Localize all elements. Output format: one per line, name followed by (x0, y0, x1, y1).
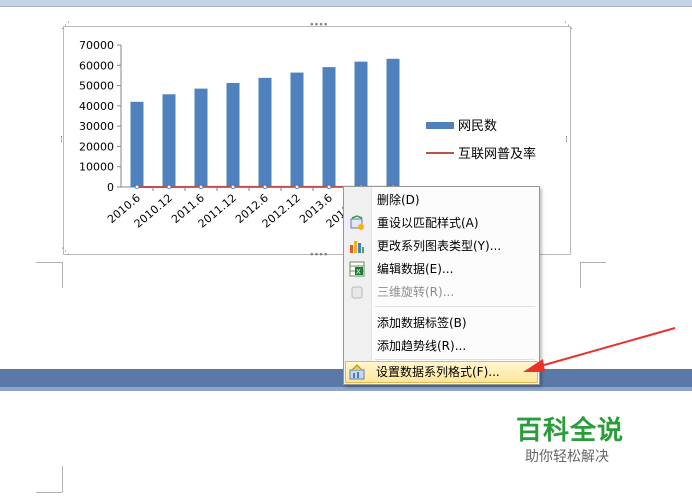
line-point (262, 184, 268, 190)
window-top-border (0, 6, 692, 7)
annotation-arrow (523, 327, 676, 372)
bar (226, 82, 240, 187)
page-margin-mark (36, 492, 62, 494)
context-menu: 删除(D) 重设以匹配样式(A) 更改系列图表类型(Y)... X 编辑数据(E… (343, 186, 540, 385)
resize-handle-right[interactable]: ⁞ (565, 136, 568, 145)
resize-handle-top-left[interactable]: ⋰ (61, 22, 70, 31)
menu-item-add-data-labels[interactable]: 添加数据标签(B) (346, 312, 536, 334)
bar (162, 94, 176, 187)
line-point (230, 184, 236, 190)
resize-handle-bottom[interactable]: ∙∙∙∙ (309, 251, 329, 260)
menu-item-label: 删除(D) (377, 193, 420, 207)
y-tick-label: 40000 (79, 100, 114, 113)
menu-item-label: 更改系列图表类型(Y)... (377, 239, 502, 253)
resize-handle-top[interactable]: ∙∙∙∙ (309, 21, 329, 30)
bar (130, 101, 144, 187)
menu-item-delete[interactable]: 删除(D) (346, 189, 536, 211)
resize-handle-top-right[interactable]: ⋱ (564, 22, 573, 31)
page-margin-mark (36, 262, 63, 288)
y-tick-label: 50000 (79, 80, 114, 93)
edit-data-icon: X (349, 261, 365, 277)
bar (322, 67, 336, 187)
y-tick-label: 0 (107, 181, 114, 194)
menu-separator (375, 306, 535, 307)
resize-handle-bottom-left[interactable]: ⋱ (61, 248, 70, 257)
page-margin-mark (580, 262, 606, 264)
menu-item-reset-style[interactable]: 重设以匹配样式(A) (346, 212, 536, 234)
bar (354, 61, 368, 187)
page-margin-mark (36, 466, 63, 492)
chart-type-icon (349, 238, 365, 254)
menu-item-edit-data[interactable]: X 编辑数据(E)... (346, 258, 536, 280)
y-tick-label: 70000 (79, 39, 114, 52)
y-tick-label: 20000 (79, 140, 114, 153)
bar (290, 72, 304, 187)
line-point (198, 184, 204, 190)
page-separator-band-light (0, 387, 692, 391)
menu-item-label: 添加数据标签(B) (377, 316, 467, 330)
menu-separator (375, 359, 535, 360)
y-tick-label: 10000 (79, 161, 114, 174)
menu-item-add-trendline[interactable]: 添加趋势线(R)... (346, 335, 536, 357)
page-margin-mark (36, 262, 62, 264)
svg-text:X: X (356, 268, 361, 276)
watermark-subtitle: 助你轻松解决 (525, 449, 609, 465)
watermark-title: 百科全说 (516, 416, 625, 446)
bar (194, 88, 208, 187)
bar (258, 77, 272, 187)
menu-item-3d-rotation[interactable]: 三维旋转(R)... (346, 281, 536, 303)
menu-item-label: 添加趋势线(R)... (377, 339, 467, 353)
line-point (134, 184, 140, 190)
resize-handle-left[interactable]: ⁞ (60, 136, 63, 145)
y-tick-label: 60000 (79, 59, 114, 72)
y-tick-label: 30000 (79, 120, 114, 133)
line-point (294, 184, 300, 190)
menu-item-change-chart-type[interactable]: 更改系列图表类型(Y)... (346, 235, 536, 257)
bar (386, 58, 400, 188)
page-margin-mark (580, 262, 607, 288)
reset-style-icon (349, 215, 365, 231)
menu-item-label: 三维旋转(R)... (377, 285, 455, 299)
legend-label: 互联网普及率 (458, 146, 536, 162)
menu-item-label: 设置数据系列格式(F)... (376, 365, 500, 379)
legend-label: 网民数 (458, 119, 497, 134)
line-point (326, 184, 332, 190)
menu-item-format-data-series[interactable]: 设置数据系列格式(F)... (345, 361, 538, 383)
rotate-3d-icon (349, 284, 365, 300)
menu-item-label: 重设以匹配样式(A) (377, 216, 479, 230)
menu-item-label: 编辑数据(E)... (377, 262, 454, 276)
format-series-icon (349, 364, 365, 380)
line-point (166, 184, 172, 190)
legend-swatch-bars (426, 122, 454, 129)
